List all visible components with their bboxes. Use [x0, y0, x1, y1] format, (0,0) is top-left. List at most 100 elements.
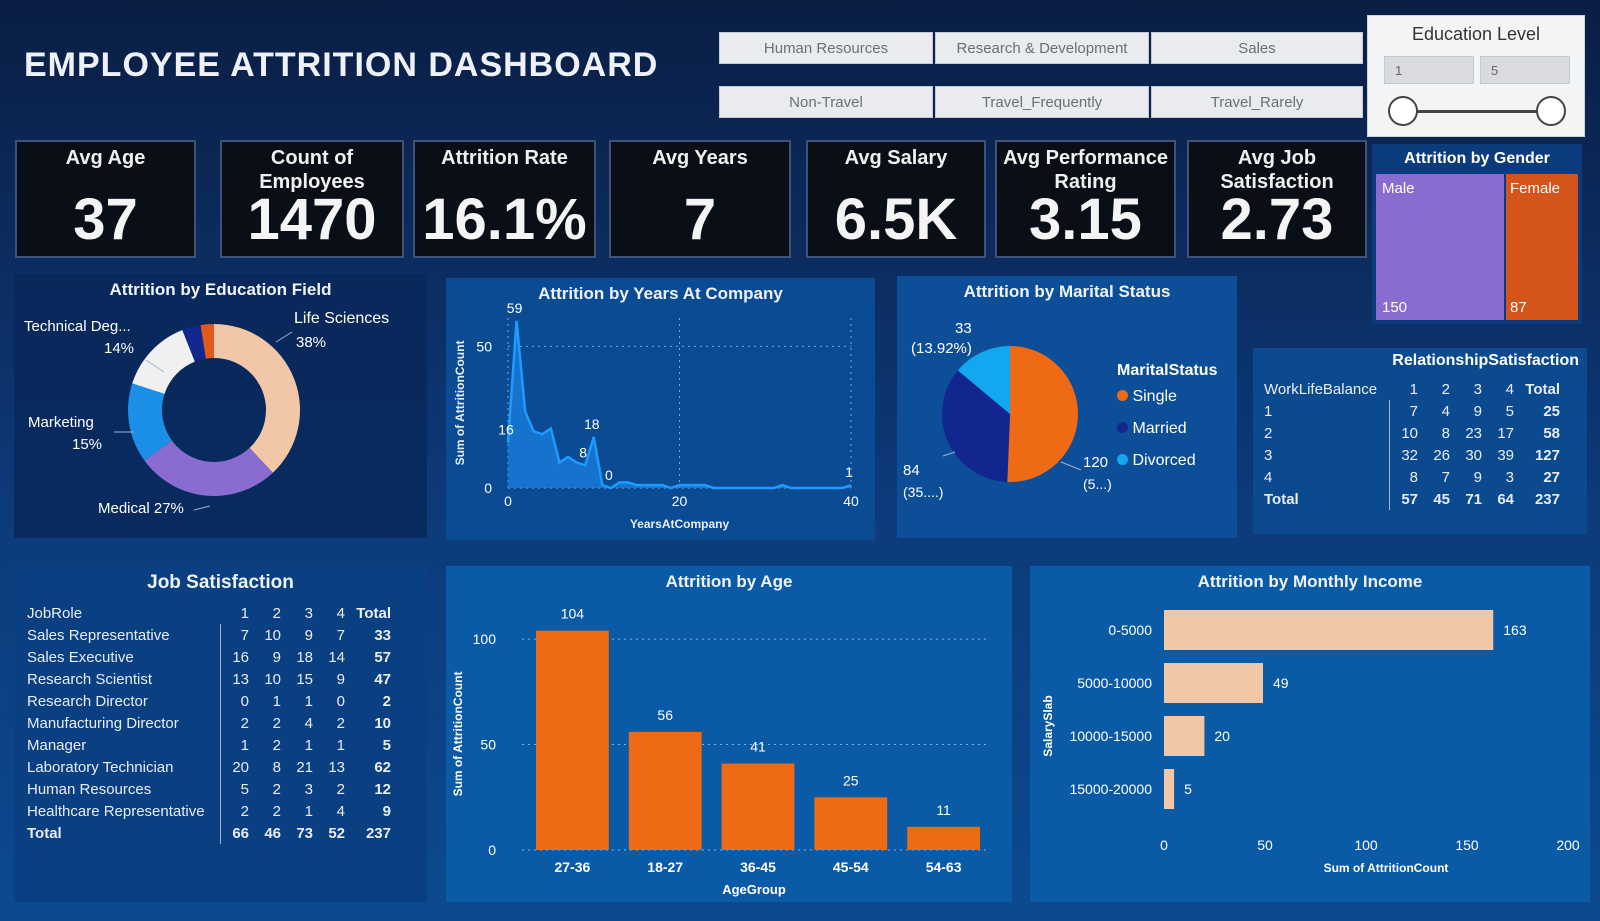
- slicer-department-sales[interactable]: Sales: [1151, 32, 1363, 64]
- cell-value: 14: [328, 648, 345, 666]
- slicer-department-hr[interactable]: Human Resources: [719, 32, 933, 64]
- gender-male-label: Male: [1382, 180, 1415, 197]
- age-bar-chart: 0 50 100 104 27-36 56 18-27 41 36-45 25 45-54 11 54-…: [451, 606, 986, 897]
- y-tick-label: 100: [473, 631, 497, 647]
- cell-value: 1: [304, 692, 313, 710]
- bar[interactable]: [907, 826, 980, 850]
- legend-dot-icon: [1117, 390, 1128, 401]
- education-field-panel: Attrition by Education Field Technical D…: [14, 274, 427, 538]
- cell-value: 9: [1473, 402, 1482, 420]
- education-slider-max-handle[interactable]: [1536, 96, 1566, 126]
- label-technical: Technical Deg...: [24, 318, 131, 335]
- row-label: Laboratory Technician: [27, 758, 174, 776]
- matrix-col-header: 1: [240, 604, 249, 622]
- cell-value: 4: [1441, 402, 1450, 420]
- slicer-department-rnd[interactable]: Research & Development: [935, 32, 1149, 64]
- row-total: 27: [1543, 468, 1560, 486]
- marital-legend-married[interactable]: Married: [1117, 420, 1187, 438]
- bar[interactable]: [1164, 610, 1494, 650]
- x-tick-label: 40: [843, 493, 859, 509]
- donut-slice[interactable]: [132, 330, 195, 394]
- gender-female-value: 87: [1510, 299, 1527, 316]
- cell-value: 2: [219, 712, 252, 734]
- bar[interactable]: [1164, 716, 1205, 756]
- bar[interactable]: [1164, 663, 1263, 703]
- cell-value: 2: [336, 714, 345, 732]
- row-total: 62: [374, 758, 391, 776]
- row-total: 57: [374, 648, 391, 666]
- donut-slice[interactable]: [214, 324, 301, 473]
- cell-value: 10: [1388, 422, 1421, 444]
- bar[interactable]: [721, 763, 795, 850]
- gender-male-block[interactable]: Male 150: [1376, 174, 1504, 320]
- legend-dot-icon: [1117, 454, 1128, 465]
- y-axis-title: Sum of AttritionCount: [451, 672, 465, 797]
- bar[interactable]: [536, 630, 609, 850]
- row-label: Human Resources: [27, 780, 152, 798]
- row-label: Research Scientist: [27, 670, 153, 688]
- marital-legend-divorced[interactable]: Divorced: [1117, 452, 1196, 470]
- bar[interactable]: [1164, 769, 1175, 809]
- marital-single-value: 120: [1083, 454, 1109, 471]
- table-row: 3 32 26 30 39 127: [1261, 444, 1563, 466]
- gender-female-block[interactable]: Female 87: [1506, 174, 1578, 320]
- table-row: Research Scientist 13 10 15 9 47: [24, 668, 394, 690]
- data-label: 25: [843, 772, 859, 788]
- income-bar-chart: 0 50 100 150 200 163 0-5000 49 5000-10000 20 10000…: [1041, 610, 1580, 875]
- row-label: Manager: [27, 736, 87, 754]
- cell-value: 9: [272, 648, 281, 666]
- row-total: 237: [1534, 490, 1560, 508]
- marital-legend-single[interactable]: Single: [1117, 388, 1177, 406]
- bar[interactable]: [628, 731, 702, 850]
- education-max-input[interactable]: 5: [1480, 56, 1570, 84]
- x-tick-label: 18-27: [647, 859, 683, 875]
- x-tick-label: 27-36: [554, 859, 590, 875]
- kpi-attrition-rate: Attrition Rate 16.1%: [413, 140, 596, 258]
- slicer-travel-rarely[interactable]: Travel_Rarely: [1151, 86, 1363, 118]
- page-title: EMPLOYEE ATTRITION DASHBOARD: [24, 46, 659, 84]
- data-label: 41: [750, 739, 766, 755]
- y-axis-title: Sum of AttritionCount: [453, 341, 467, 466]
- row-total: 12: [374, 780, 391, 798]
- cell-value: 2: [272, 714, 281, 732]
- x-tick-label: 36-45: [740, 859, 776, 875]
- education-min-input[interactable]: 1: [1384, 56, 1474, 84]
- row-label: 1: [1264, 402, 1273, 420]
- education-slider-min-handle[interactable]: [1388, 96, 1418, 126]
- marital-pie: [942, 346, 1082, 482]
- y-tick-label: 15000-20000: [1069, 781, 1152, 797]
- cell-value: 21: [296, 758, 313, 776]
- slicer-travel-non[interactable]: Non-Travel: [719, 86, 933, 118]
- matrix-col-header: 1: [1409, 380, 1418, 398]
- row-total: 127: [1534, 446, 1560, 464]
- cell-value: 9: [304, 626, 313, 644]
- cell-value: 16: [219, 646, 252, 668]
- label-life-sciences: Life Sciences: [294, 310, 390, 327]
- row-label: Sales Representative: [27, 626, 170, 644]
- matrix-col-header: Total: [1525, 380, 1560, 398]
- slicer-travel-frequently[interactable]: Travel_Frequently: [935, 86, 1149, 118]
- table-row: Healthcare Representative 2 2 1 4 9: [24, 800, 394, 822]
- pie-slice[interactable]: [1007, 346, 1078, 482]
- row-total: 5: [382, 736, 391, 754]
- row-label: Total: [27, 824, 62, 842]
- cell-value: 13: [328, 758, 345, 776]
- matrix-col-header: 2: [1441, 380, 1450, 398]
- label-life-sciences-pct: 38%: [296, 334, 327, 351]
- data-label: 8: [579, 444, 587, 460]
- cell-value: 64: [1497, 490, 1514, 508]
- label-technical-pct: 14%: [104, 340, 135, 357]
- relationship-matrix-panel: RelationshipSatisfaction WorkLifeBalance…: [1253, 348, 1587, 534]
- education-slider-track[interactable]: [1404, 110, 1548, 113]
- row-total: 25: [1543, 402, 1560, 420]
- cell-value: 20: [219, 756, 252, 778]
- row-label: Sales Executive: [27, 648, 134, 666]
- bar[interactable]: [814, 797, 888, 850]
- cell-value: 10: [264, 626, 281, 644]
- table-row: Manufacturing Director 2 2 4 2 10: [24, 712, 394, 734]
- gender-female-label: Female: [1510, 180, 1561, 197]
- matrix-col-header: 3: [304, 604, 313, 622]
- x-tick-label: 0: [1160, 837, 1168, 853]
- table-row: Research Director 0 1 1 0 2: [24, 690, 394, 712]
- cell-value: 2: [272, 802, 281, 820]
